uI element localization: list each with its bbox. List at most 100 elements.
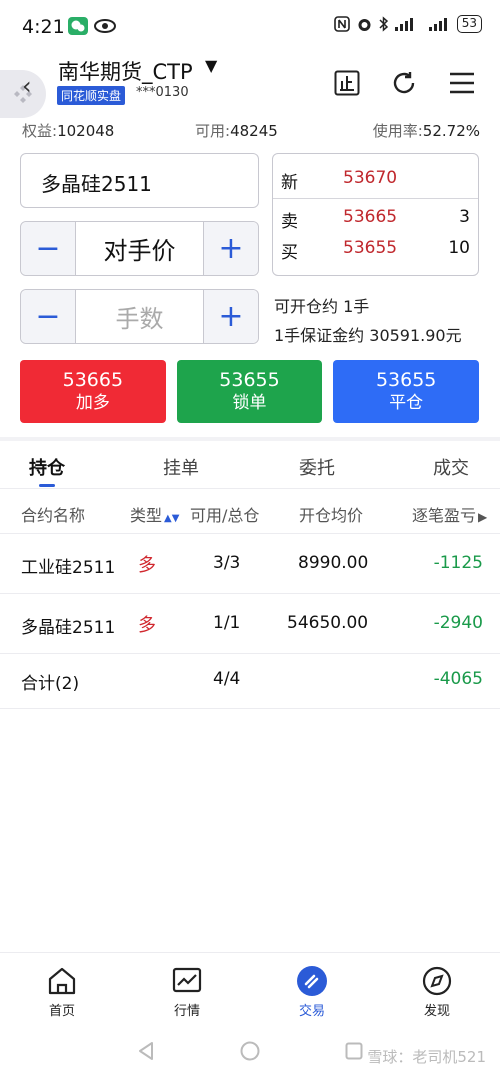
open-capacity-info: 可开仓约 1手: [274, 297, 370, 316]
system-back-icon[interactable]: [137, 1041, 155, 1061]
equity-value: 102048: [57, 122, 115, 140]
close-position-button[interactable]: 53655 平仓: [333, 360, 480, 423]
nav-home[interactable]: 首页: [22, 965, 102, 1019]
price-mode-field[interactable]: 对手价: [76, 222, 203, 275]
alarm-icon: [358, 18, 371, 31]
tab-orders[interactable]: 委托: [299, 454, 335, 480]
back-arrow-icon[interactable]: ‹: [22, 72, 32, 100]
ask-price: 53665: [343, 207, 398, 227]
nav-trade-label: 交易: [298, 1004, 325, 1019]
ask-volume: 3: [459, 207, 470, 227]
bottom-nav: 首页 行情 交易 发现: [0, 952, 500, 1022]
signal-icon-2: [428, 18, 447, 31]
quote-bid-row[interactable]: 买 53655 10: [273, 230, 478, 266]
row-avg-price: 54650.00: [287, 613, 369, 633]
tab-positions[interactable]: 持仓: [29, 454, 65, 480]
status-bar: 4:21 53: [0, 0, 500, 46]
row-contract: 工业硅2511: [21, 558, 116, 578]
col-pnl-label: 逐笔盈亏: [412, 506, 477, 525]
total-label: 合计(2): [21, 674, 80, 694]
position-tabs: 持仓 挂单 委托 成交: [0, 441, 500, 489]
lock-button[interactable]: 53655 锁单: [176, 360, 323, 423]
row-direction: 多: [138, 615, 156, 636]
usage-item: 使用率:52.72%: [373, 120, 480, 141]
col-avg-price[interactable]: 开仓均价: [299, 502, 363, 526]
account-dropdown-icon[interactable]: ▼: [205, 56, 217, 75]
nav-market[interactable]: 行情: [147, 965, 227, 1019]
quantity-input[interactable]: 手数: [76, 290, 203, 343]
bid-label: 买: [281, 243, 298, 263]
bid-price: 53655: [343, 238, 398, 258]
row-pnl: -2940: [433, 613, 483, 633]
home-icon: [48, 967, 76, 995]
watermark: 雪球：老司机521: [367, 1048, 486, 1066]
available-value: 48245: [230, 122, 278, 140]
tab-trades[interactable]: 成交: [433, 454, 469, 480]
system-recents-icon[interactable]: [345, 1042, 363, 1060]
col-type[interactable]: 类型 ▲▼: [130, 502, 179, 526]
nav-home-label: 首页: [48, 1004, 75, 1019]
status-right-icons: 53: [333, 15, 482, 33]
trade-icon: [297, 966, 327, 996]
menu-icon: [450, 72, 474, 94]
col-contract[interactable]: 合约名称: [21, 502, 85, 526]
table-total-row: 合计(2) 4/4 -4065: [0, 654, 500, 709]
usage-value: 52.72%: [422, 122, 480, 140]
tab-pending[interactable]: 挂单: [163, 454, 199, 480]
margin-info: 1手保证金约 30591.90元: [274, 326, 462, 345]
contract-selector[interactable]: 多晶硅2511: [20, 153, 259, 208]
price-plus-button[interactable]: +: [203, 222, 258, 275]
table-row[interactable]: 多晶硅2511 多 1/1 54650.00 -2940: [0, 594, 500, 654]
close-price: 53655: [375, 369, 437, 391]
row-qty: 1/1: [213, 613, 241, 633]
stop-icon: [334, 70, 360, 96]
app-header: ‹ 南华期货_CTP ▼ 同花顺实盘 ***0130: [0, 46, 500, 118]
total-qty: 4/4: [213, 669, 241, 689]
lock-price: 53655: [219, 369, 280, 391]
signal-icon-1: [394, 18, 413, 31]
sort-icon: ▲▼: [164, 513, 180, 524]
add-long-price: 53665: [62, 369, 124, 391]
stop-profit-button[interactable]: [330, 66, 364, 100]
qty-plus-button[interactable]: +: [203, 290, 258, 343]
nav-discover-label: 发现: [423, 1004, 450, 1019]
account-badge: 同花顺实盘: [57, 86, 126, 105]
account-name[interactable]: 南华期货_CTP: [58, 56, 193, 86]
table-row[interactable]: 工业硅2511 多 3/3 8990.00 -1125: [0, 534, 500, 594]
total-pnl: -4065: [433, 669, 483, 689]
available-item: 可用:48245: [195, 120, 278, 141]
refresh-button[interactable]: [387, 66, 421, 100]
system-home-icon[interactable]: [240, 1041, 260, 1061]
bid-volume: 10: [448, 238, 470, 258]
order-actions: 53665 加多 53655 锁单 53655 平仓: [20, 360, 480, 423]
add-long-button[interactable]: 53665 加多: [20, 360, 166, 423]
battery-indicator: 53: [456, 15, 482, 33]
chart-icon: [172, 967, 202, 993]
table-header: 合约名称 类型 ▲▼ 可用/总仓 开仓均价 逐笔盈亏 ▶: [0, 490, 500, 534]
scroll-right-icon: ▶: [478, 510, 488, 524]
col-qty[interactable]: 可用/总仓: [190, 502, 259, 526]
menu-button[interactable]: [445, 66, 479, 100]
nav-discover[interactable]: 发现: [397, 965, 477, 1019]
quantity-stepper: − 手数 +: [20, 289, 259, 344]
tab-indicator: [39, 484, 55, 487]
quote-last-row: 新 53670: [273, 160, 478, 196]
close-label: 平仓: [389, 393, 424, 413]
account-number: ***0130: [136, 85, 189, 100]
add-long-label: 加多: [75, 393, 110, 413]
bluetooth-icon: [379, 16, 388, 32]
refresh-icon: [393, 72, 415, 94]
usage-label: 使用率:: [372, 122, 423, 140]
col-pnl[interactable]: 逐笔盈亏 ▶: [412, 502, 487, 526]
row-pnl: -1125: [433, 553, 483, 573]
qty-minus-button[interactable]: −: [21, 290, 76, 343]
equity-label: 权益:: [22, 122, 58, 140]
wechat-icon: [68, 17, 88, 35]
equity-item: 权益:102048: [22, 120, 114, 141]
last-price: 53670: [343, 168, 398, 188]
nav-trade[interactable]: 交易: [272, 965, 352, 1019]
last-label: 新: [281, 173, 298, 193]
row-contract: 多晶硅2511: [21, 618, 116, 638]
price-minus-button[interactable]: −: [21, 222, 76, 275]
row-qty: 3/3: [213, 553, 241, 573]
